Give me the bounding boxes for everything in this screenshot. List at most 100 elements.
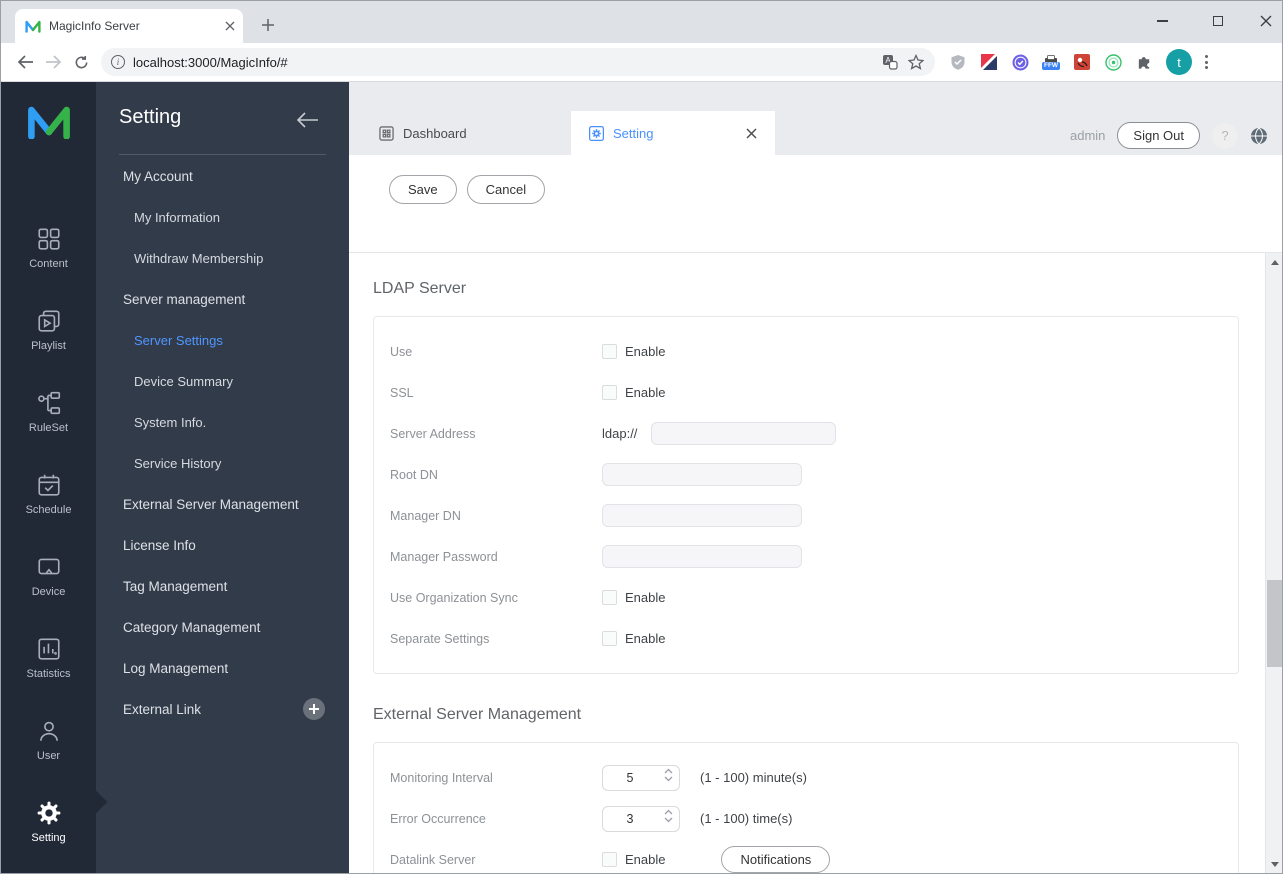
scrollbar-up-icon[interactable]	[1266, 254, 1282, 270]
window-maximize-button[interactable]	[1204, 7, 1232, 35]
error-occurrence-stepper[interactable]	[602, 805, 680, 832]
enable-label: Enable	[625, 852, 666, 867]
menu-external-server-management[interactable]: External Server Management	[96, 484, 349, 525]
tab-dashboard[interactable]: Dashboard	[361, 111, 571, 155]
sign-out-button[interactable]: Sign Out	[1117, 122, 1200, 149]
monitoring-interval-stepper[interactable]	[602, 764, 680, 791]
site-info-icon[interactable]: i	[111, 55, 125, 69]
form-row: Manager DN	[374, 495, 1238, 536]
enable-label: Enable	[625, 631, 666, 646]
field-label: SSL	[390, 385, 414, 400]
ffw-extension-icon[interactable]: FFW	[1041, 53, 1061, 71]
stepper-arrows-icon[interactable]	[664, 768, 673, 782]
form-row: Server Address ldap://	[374, 413, 1238, 454]
server-address-input[interactable]	[651, 422, 837, 445]
help-button[interactable]: ?	[1212, 122, 1238, 149]
new-tab-button[interactable]	[255, 12, 281, 38]
org-sync-checkbox[interactable]	[602, 590, 617, 605]
window-minimize-button[interactable]	[1148, 7, 1176, 35]
ruleset-icon	[36, 390, 62, 416]
device-display-icon	[36, 554, 62, 580]
url-text[interactable]: localhost:3000/MagicInfo/#	[133, 55, 881, 70]
language-globe-icon[interactable]	[1250, 127, 1268, 145]
bookmark-star-icon[interactable]	[907, 53, 925, 71]
main-area: Dashboard Setting admin Sign Out ? Save …	[349, 82, 1282, 873]
back-icon[interactable]	[11, 48, 39, 76]
ldap-ssl-checkbox[interactable]	[602, 385, 617, 400]
red-navy-extension-icon[interactable]	[980, 53, 998, 71]
sidebar-title: Setting	[119, 106, 182, 128]
setting-tab-gear-icon	[589, 125, 604, 141]
tab-setting[interactable]: Setting	[571, 111, 775, 155]
browser-titlebar: MagicInfo Server	[1, 1, 1282, 43]
cancel-button[interactable]: Cancel	[466, 175, 546, 204]
extensions-puzzle-icon[interactable]	[1135, 53, 1153, 71]
range-hint: (1 - 100) minute(s)	[700, 770, 807, 785]
menu-my-information[interactable]: My Information	[96, 197, 349, 238]
magicinfo-logo-icon[interactable]	[27, 100, 71, 142]
menu-tag-management[interactable]: Tag Management	[96, 566, 349, 607]
notifications-button[interactable]: Notifications	[721, 846, 831, 873]
sidebar-item-device[interactable]: Device	[1, 554, 96, 601]
ldap-protocol-prefix: ldap://	[602, 426, 638, 441]
dashboard-icon	[379, 125, 394, 141]
translate-icon[interactable]: A	[881, 53, 899, 71]
reload-icon[interactable]	[67, 48, 95, 76]
sidebar-item-statistics[interactable]: Statistics	[1, 636, 96, 683]
sidebar-item-setting[interactable]: Setting	[1, 800, 96, 847]
root-dn-input[interactable]	[602, 463, 802, 486]
manager-password-input[interactable]	[602, 545, 802, 568]
window-close-button[interactable]	[1260, 15, 1272, 27]
menu-external-link[interactable]: External Link	[96, 689, 349, 730]
tab-setting-close-icon[interactable]	[746, 128, 757, 139]
shield-extension-icon[interactable]	[949, 53, 967, 71]
menu-service-history[interactable]: Service History	[96, 443, 349, 484]
sidebar-menu: My Account My Information Withdraw Membe…	[96, 156, 349, 730]
red-square-extension-icon[interactable]	[1073, 53, 1091, 71]
menu-withdraw-membership[interactable]: Withdraw Membership	[96, 238, 349, 279]
content-grid-icon	[36, 226, 62, 252]
content-scrollbar[interactable]	[1265, 253, 1282, 873]
browser-tab[interactable]: MagicInfo Server	[15, 9, 243, 43]
save-button[interactable]: Save	[389, 175, 457, 204]
browser-menu-icon[interactable]	[1205, 55, 1208, 69]
enable-label: Enable	[625, 344, 666, 359]
form-row: SSL Enable	[374, 372, 1238, 413]
sidebar-item-playlist[interactable]: Playlist	[1, 308, 96, 355]
green-rings-extension-icon[interactable]	[1104, 53, 1122, 71]
datalink-enable-checkbox[interactable]	[602, 852, 617, 867]
tab-close-icon[interactable]	[225, 21, 235, 31]
browser-toolbar: i localhost:3000/MagicInfo/# A FFW t	[1, 43, 1282, 82]
menu-server-settings[interactable]: Server Settings	[96, 320, 349, 361]
sidebar-item-schedule[interactable]: Schedule	[1, 472, 96, 519]
scrollbar-thumb[interactable]	[1267, 580, 1282, 667]
ldap-use-checkbox[interactable]	[602, 344, 617, 359]
external-card: Monitoring Interval (1 - 100) minute	[373, 742, 1239, 873]
forward-icon[interactable]	[39, 48, 67, 76]
purple-badge-extension-icon[interactable]	[1011, 53, 1029, 71]
sidebar-item-user[interactable]: User	[1, 718, 96, 765]
browser-window: MagicInfo Server i localhost:3000/MagicI…	[0, 0, 1283, 874]
browser-profile-avatar[interactable]: t	[1166, 49, 1192, 75]
menu-system-info[interactable]: System Info.	[96, 402, 349, 443]
menu-category-management[interactable]: Category Management	[96, 607, 349, 648]
menu-server-management[interactable]: Server management	[96, 279, 349, 320]
form-row: Root DN	[374, 454, 1238, 495]
add-external-link-icon[interactable]	[303, 698, 325, 720]
sidebar-collapse-icon[interactable]	[297, 112, 319, 128]
scrollbar-down-icon[interactable]	[1266, 856, 1282, 872]
stepper-arrows-icon[interactable]	[664, 809, 673, 823]
sidebar-item-content[interactable]: Content	[1, 226, 96, 273]
manager-dn-input[interactable]	[602, 504, 802, 527]
menu-device-summary[interactable]: Device Summary	[96, 361, 349, 402]
menu-my-account[interactable]: My Account	[96, 156, 349, 197]
menu-log-management[interactable]: Log Management	[96, 648, 349, 689]
sidebar-item-ruleset[interactable]: RuleSet	[1, 390, 96, 437]
menu-license-info[interactable]: License Info	[96, 525, 349, 566]
address-bar[interactable]: i localhost:3000/MagicInfo/# A	[101, 48, 935, 76]
ldap-section-heading: LDAP Server	[373, 280, 467, 297]
separate-settings-checkbox[interactable]	[602, 631, 617, 646]
external-section-heading: External Server Management	[373, 706, 582, 723]
form-row: Datalink Server Enable Notifications	[374, 839, 1238, 873]
browser-tab-title: MagicInfo Server	[49, 19, 140, 33]
